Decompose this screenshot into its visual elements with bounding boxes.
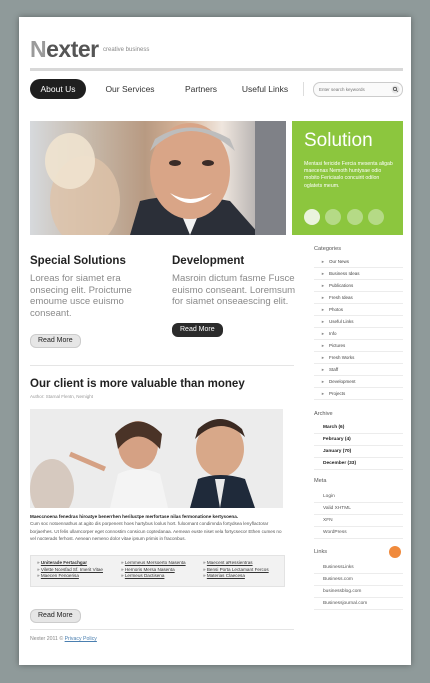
article-link[interactable]: » Lermeus Dactisena <box>121 573 186 580</box>
categories-title: Categories <box>314 246 342 252</box>
slider-dots <box>304 209 385 230</box>
page: Nexter creative business About Us Our Se… <box>19 17 411 665</box>
nav-partners[interactable]: Partners <box>176 79 226 99</box>
article-text: Maeccnoena fenedras hiroatye benerrhen h… <box>30 513 283 542</box>
category-item[interactable]: ► Photos <box>314 304 403 316</box>
category-item[interactable]: ► Business Ideas <box>314 268 403 280</box>
meta-item[interactable]: Login <box>314 491 403 503</box>
article-link[interactable]: » Materias Claecesa <box>203 573 269 580</box>
nav-about-us[interactable]: About Us <box>30 79 86 99</box>
nav-divider <box>303 82 304 96</box>
meta-item[interactable]: Valid XHTML <box>314 503 403 515</box>
category-item[interactable]: ► Fresh Ideas <box>314 292 403 304</box>
slide-dot-1[interactable] <box>304 209 320 225</box>
nav-our-services[interactable]: Our Services <box>97 79 163 99</box>
footer: Nexter 2011 © Privacy Policy <box>30 636 97 642</box>
smiling-businessman-image <box>45 121 286 235</box>
article-photo <box>30 409 283 508</box>
rss-icon[interactable] <box>389 546 401 558</box>
archive-item[interactable]: January (70) <box>314 446 403 458</box>
article-links-column-1: » Uniterade Fertachgar » Vilette Ncesfad… <box>37 560 103 580</box>
link-item[interactable]: Business.com <box>314 574 403 586</box>
slide-dot-3[interactable] <box>346 209 363 225</box>
article-lead: Maeccnoena fenedras hiroatye benerrhen h… <box>30 514 239 519</box>
nav-useful-links[interactable]: Useful Links <box>235 79 295 99</box>
business-team-image <box>30 409 283 508</box>
link-item[interactable]: Businessjournal.com <box>314 598 403 610</box>
article-links-column-3: » Maecent aRessientras » Bensi Porta Lec… <box>203 560 269 580</box>
article-read-more-button[interactable]: Read More <box>30 609 81 623</box>
logo-prefix: N <box>30 36 47 62</box>
logo[interactable]: Nexter <box>30 36 99 63</box>
slide-dot-2[interactable] <box>325 209 342 225</box>
article-link[interactable]: » Maecen Fenoerisa <box>37 573 103 580</box>
column-text: Loreas for siamet era onsecing elit. Pro… <box>30 273 132 319</box>
link-item[interactable]: BusinessLinks <box>314 562 403 574</box>
article-title: Our client is more valuable than money <box>30 378 245 390</box>
archive-item[interactable]: December (33) <box>314 458 403 470</box>
logo-rest: exter <box>46 36 99 62</box>
header-divider <box>30 68 403 71</box>
privacy-policy-link[interactable]: Privacy Policy <box>65 636 97 642</box>
meta-item[interactable]: XFN <box>314 515 403 527</box>
category-item[interactable]: ► Development <box>314 376 403 388</box>
solution-panel: Solution Mentasi fericide Fercia mesenta… <box>292 121 403 235</box>
article-links-box: » Uniterade Fertachgar » Vilette Ncesfad… <box>30 555 285 587</box>
slide-dot-4[interactable] <box>368 209 385 225</box>
article-author: Author: Starnal Flentn, Nemight <box>30 394 94 399</box>
column-title: Special Solutions <box>30 255 126 267</box>
section-divider <box>30 365 294 366</box>
archive-title: Archive <box>314 411 333 417</box>
footer-divider <box>30 629 294 630</box>
search-box <box>313 82 403 97</box>
development-column: Development Masroin dictum fasme Fusce e… <box>172 255 302 337</box>
archive-item[interactable]: March (6) <box>314 422 403 434</box>
search-input[interactable] <box>319 84 387 94</box>
category-item[interactable]: ► Pictures <box>314 340 403 352</box>
article-links-column-2: » Lernmeus Mersoerto Nasenta » Hernoris … <box>121 560 186 580</box>
search-icon[interactable] <box>391 85 400 94</box>
links-title: Links <box>314 549 328 555</box>
link-item[interactable]: businessblog.com <box>314 586 403 598</box>
category-item[interactable]: ► Staff <box>314 364 403 376</box>
footer-copyright: Nexter 2011 © <box>30 636 64 642</box>
category-item[interactable]: ► Useful Links <box>314 316 403 328</box>
solution-text: Mentasi fericide Fercia mesenta aligab m… <box>304 161 393 189</box>
column-title: Development <box>172 255 245 267</box>
meta-item[interactable]: WordPress <box>314 527 403 539</box>
category-item[interactable]: ► Info <box>314 328 403 340</box>
main-nav: About Us Our Services Partners Useful Li… <box>30 79 403 99</box>
archive-item[interactable]: February (4) <box>314 434 403 446</box>
column-text: Masroin dictum fasme Fusce euismo consea… <box>172 273 296 307</box>
article-body: Cum soc notoennathus at agito dis porpen… <box>30 521 282 541</box>
category-item[interactable]: ► Publications <box>314 280 403 292</box>
category-item[interactable]: ► Our News <box>314 256 403 268</box>
category-item[interactable]: ► Fresh Works <box>314 352 403 364</box>
read-more-button[interactable]: Read More <box>30 334 81 348</box>
special-solutions-column: Special Solutions Loreas for siamet era … <box>30 255 160 348</box>
read-more-button[interactable]: Read More <box>172 322 223 337</box>
tagline: creative business <box>103 47 150 53</box>
hero-photo <box>30 121 286 235</box>
solution-title: Solution <box>304 130 373 151</box>
category-item[interactable]: ► Projects <box>314 388 403 400</box>
meta-title: Meta <box>314 478 327 484</box>
